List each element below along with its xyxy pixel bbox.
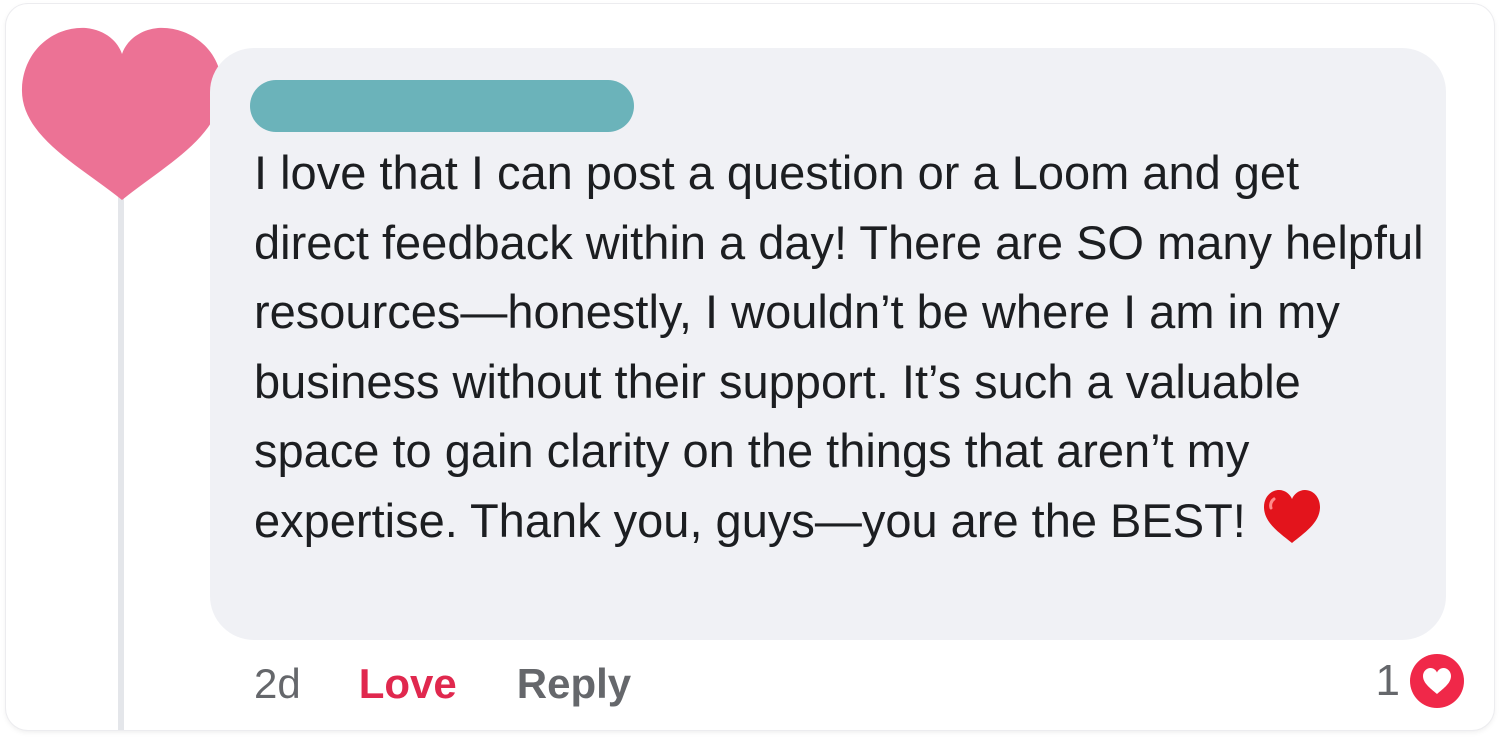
comment-body: I love that I can post a question or a L… [254,138,1424,555]
comment-bubble: I love that I can post a question or a L… [210,48,1446,640]
heart-avatar-icon[interactable] [20,26,224,204]
red-heart-icon [1263,489,1320,543]
reaction-count: 1 [1375,656,1400,705]
timestamp[interactable]: 2d [254,660,301,708]
comment-actions: 2d Love Reply [254,654,631,714]
reply-button[interactable]: Reply [517,660,631,708]
redacted-author-name[interactable] [250,80,634,132]
thread-line [118,184,124,730]
comment-card: I love that I can post a question or a L… [6,4,1494,730]
love-button[interactable]: Love [359,660,457,708]
reaction-summary[interactable]: 1 [1376,650,1466,712]
comment-text: I love that I can post a question or a L… [254,146,1424,547]
love-reaction-icon [1410,654,1464,708]
